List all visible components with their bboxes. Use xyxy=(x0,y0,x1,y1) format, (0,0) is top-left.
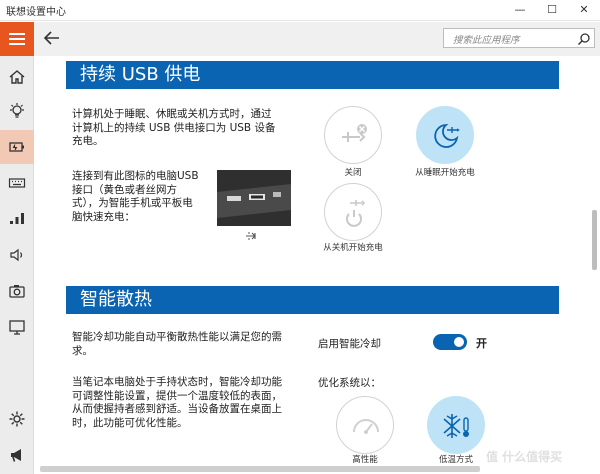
speedometer-icon xyxy=(353,419,379,434)
sidebar-item-home[interactable] xyxy=(0,60,34,94)
network-icon xyxy=(10,213,24,224)
cooling-detail-line: 可调整性能设置，提供一个温度较低的表面， xyxy=(72,389,282,402)
usb-option-shutdown-label: 从关机开始充电 xyxy=(323,243,383,253)
mode-low-temperature[interactable] xyxy=(427,396,485,454)
smart-cooling-state: 开 xyxy=(476,337,487,350)
usb-off-icon xyxy=(342,124,367,142)
sidebar xyxy=(0,56,34,474)
usb-description-line: 计算机处于睡眠、休眠或关机方式时，通过 xyxy=(72,108,272,120)
usb-option-sleep-label: 从睡眠开始充电 xyxy=(415,168,475,178)
sidebar-item-camera[interactable] xyxy=(0,274,34,308)
cooling-detail-line: 当笔记本电脑处于手持状态时，智能冷却功能 xyxy=(72,376,282,388)
usb-charge-small-icon xyxy=(246,232,256,240)
power-usb-icon xyxy=(346,200,366,227)
usb-option-sleep[interactable] xyxy=(416,106,474,164)
window-title: 联想设置中心 xyxy=(6,7,66,18)
usb-port-note: 连接到有此图标的电脑USB 接口（黄色或者丝网方 式），为智能手机或平板电 脑快… xyxy=(72,170,199,224)
usb-option-shutdown[interactable] xyxy=(324,183,382,241)
smart-cooling-label: 启用智能冷却 xyxy=(318,338,381,350)
audio-icon xyxy=(10,248,23,262)
mode-high-performance[interactable] xyxy=(336,396,394,454)
usb-port-note-line: 接口（黄色或者丝网方 xyxy=(72,183,177,196)
cooling-description-line: 智能冷却功能自动平衡散热性能以满足您的需 xyxy=(72,331,282,343)
close-button[interactable]: ✕ xyxy=(568,0,600,21)
minimize-button[interactable]: — xyxy=(504,0,536,21)
usb-description: 计算机处于睡眠、休眠或关机方式时，通过 计算机上的持续 USB 供电接口为 US… xyxy=(72,108,275,149)
usb-section-title: 持续 USB 供电 xyxy=(66,61,559,89)
sidebar-item-settings[interactable] xyxy=(0,402,34,436)
gear-icon xyxy=(9,411,25,427)
usb-description-line: 计算机上的持续 USB 供电接口为 USB 设备 xyxy=(72,121,276,134)
moon-usb-icon xyxy=(434,124,460,148)
title-bar: 联想设置中心 — ☐ ✕ xyxy=(0,0,600,21)
cooling-detail-line: 时，此功能可优化性能。 xyxy=(72,416,188,429)
sidebar-item-display[interactable] xyxy=(0,310,34,344)
sidebar-item-network[interactable] xyxy=(0,202,34,236)
optimize-label: 优化系统以： xyxy=(318,377,381,389)
battery-icon xyxy=(9,142,24,152)
usb-port-note-line: 连接到有此图标的电脑USB xyxy=(72,170,199,182)
sidebar-item-lighting[interactable] xyxy=(0,94,34,128)
search-placeholder: 搜索此应用程序 xyxy=(453,35,520,46)
cooling-section-title: 智能散热 xyxy=(66,286,559,314)
keyboard-icon xyxy=(8,178,26,188)
cooling-description-line: 求。 xyxy=(72,344,93,357)
toggle-knob xyxy=(454,337,464,347)
lightbulb-icon xyxy=(10,103,24,118)
usb-port-note-line: 式），为智能手机或平板电 xyxy=(72,197,193,209)
usb-description-line: 充电。 xyxy=(72,135,104,147)
cooling-detail: 当笔记本电脑处于手持状态时，智能冷却功能 可调整性能设置，提供一个温度较低的表面… xyxy=(72,376,282,430)
usb-option-off-label: 关闭 xyxy=(344,168,362,178)
sidebar-item-input[interactable] xyxy=(0,166,34,200)
usb-option-off[interactable] xyxy=(324,106,382,164)
sidebar-item-feedback[interactable] xyxy=(0,438,34,472)
cooling-description: 智能冷却功能自动平衡散热性能以满足您的需 求。 xyxy=(72,331,282,358)
sidebar-item-power[interactable] xyxy=(0,130,34,164)
vertical-scrollbar[interactable] xyxy=(592,210,597,270)
cooling-detail-line: 从而使握持者感到舒适。当设备放置在桌面上 xyxy=(72,403,282,415)
maximize-button[interactable]: ☐ xyxy=(536,0,568,21)
horizontal-scrollbar[interactable] xyxy=(40,466,480,472)
mode-high-performance-label: 高性能 xyxy=(352,455,378,465)
home-icon xyxy=(9,70,25,84)
hamburger-menu-button[interactable] xyxy=(0,22,34,56)
watermark: 值 什么值得买 xyxy=(486,450,563,464)
display-icon xyxy=(9,320,25,335)
smart-cooling-toggle[interactable] xyxy=(433,334,467,350)
back-arrow-icon[interactable] xyxy=(42,28,62,48)
mode-low-temperature-label: 低温方式 xyxy=(438,455,473,465)
usb-port-photo xyxy=(217,170,291,226)
megaphone-icon xyxy=(11,449,21,462)
search-icon[interactable] xyxy=(577,31,591,45)
usb-port-note-line: 脑快速充电： xyxy=(72,210,135,223)
snowflake-thermometer-icon xyxy=(443,414,469,438)
sidebar-item-audio[interactable] xyxy=(0,238,34,272)
search-input[interactable]: 搜索此应用程序 xyxy=(443,28,595,48)
camera-icon xyxy=(9,285,25,298)
